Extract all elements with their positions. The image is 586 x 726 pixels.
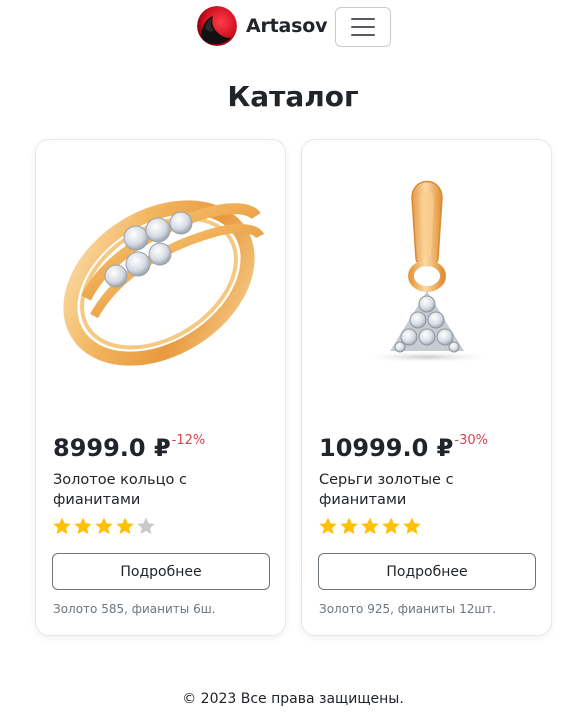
product-composition: Золото 925, фианиты 12шт. xyxy=(319,602,497,616)
star-filled-icon xyxy=(95,517,113,535)
star-filled-icon xyxy=(319,517,337,535)
navbar: Artasov xyxy=(0,0,586,54)
product-card: 10999.0 ₽ -30% Серьги золотые с фианитам… xyxy=(301,139,552,636)
product-price: 8999.0 ₽ xyxy=(53,434,171,462)
menu-toggle-button[interactable] xyxy=(335,7,391,47)
star-filled-icon xyxy=(403,517,421,535)
star-empty-icon xyxy=(137,517,155,535)
product-composition: Золото 585, фианиты 6ш. xyxy=(53,602,216,616)
gold-pendant-image xyxy=(359,180,495,363)
price-row: 10999.0 ₽ -30% xyxy=(319,433,488,463)
star-filled-icon xyxy=(340,517,358,535)
star-filled-icon xyxy=(382,517,400,535)
rating-stars xyxy=(318,516,422,536)
discount-badge: -12% xyxy=(171,433,206,448)
product-name: Золотое кольцо с фианитами xyxy=(53,472,187,508)
discount-badge: -30% xyxy=(454,433,488,448)
gold-ring-image xyxy=(63,200,265,366)
star-filled-icon xyxy=(53,517,71,535)
star-filled-icon xyxy=(361,517,379,535)
star-filled-icon xyxy=(116,517,134,535)
product-name: Серьги золотые с фианитами xyxy=(319,472,454,508)
star-filled-icon xyxy=(74,517,92,535)
product-price: 10999.0 ₽ xyxy=(319,434,454,462)
footer-copyright: © 2023 Все права защищены. xyxy=(182,691,404,707)
hamburger-menu-icon xyxy=(351,18,375,36)
details-button[interactable]: Подробнее xyxy=(318,553,536,590)
page-title: Каталог xyxy=(227,80,359,113)
product-card: 8999.0 ₽ -12% Золотое кольцо с фианитами… xyxy=(35,139,286,636)
brand-name: Artasov xyxy=(246,15,328,37)
details-button[interactable]: Подробнее xyxy=(52,553,270,590)
price-row: 8999.0 ₽ -12% xyxy=(53,433,205,463)
brand-link[interactable]: Artasov xyxy=(197,6,328,46)
rating-stars xyxy=(52,516,156,536)
logo-icon xyxy=(197,6,237,46)
